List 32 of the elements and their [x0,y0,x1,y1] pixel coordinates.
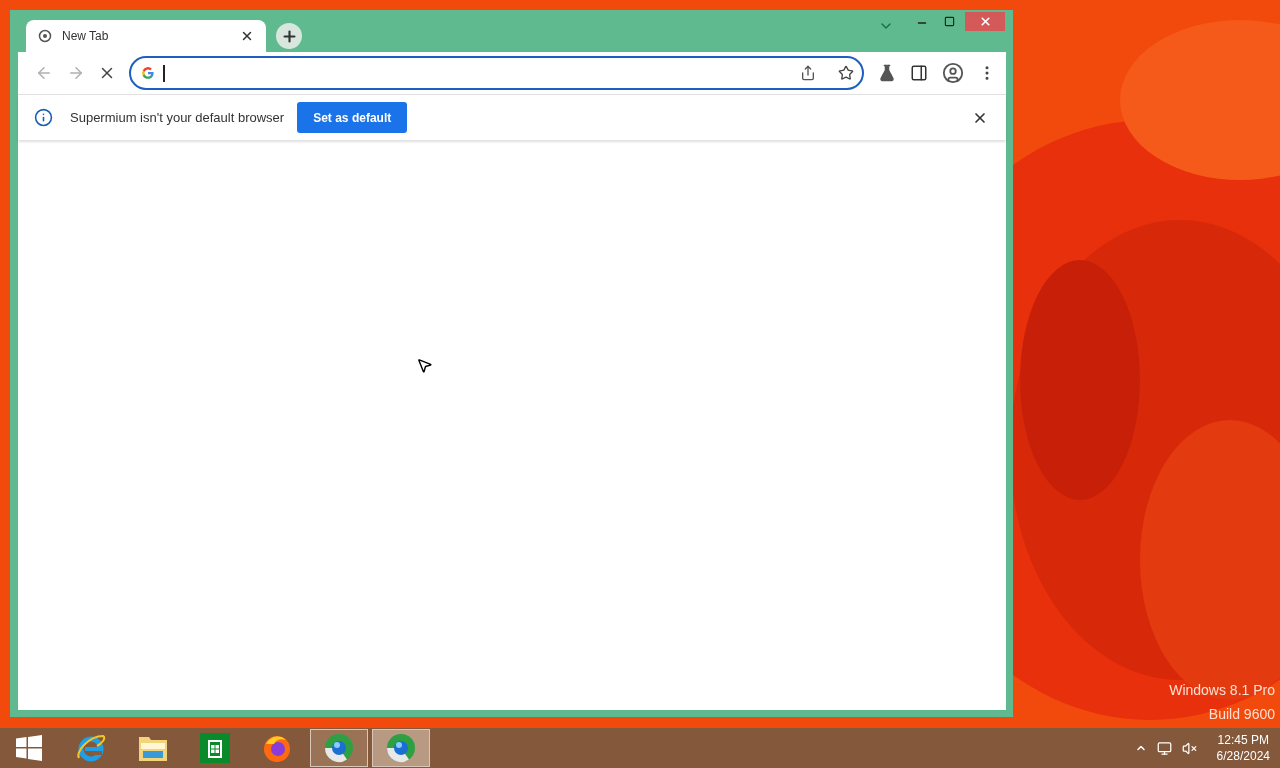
tab-favicon-icon [38,29,52,43]
close-window-button[interactable] [965,12,1005,31]
google-icon [141,66,156,80]
taskbar-button[interactable] [372,729,430,767]
bookmark-star-icon[interactable] [838,65,854,81]
clock[interactable]: 12:45 PM 6/28/2024 [1216,732,1270,764]
address-bar[interactable] [129,56,864,90]
flask-icon[interactable] [878,64,896,82]
plus-icon [280,27,298,45]
text-cursor [163,64,165,82]
network-icon[interactable] [1156,740,1172,756]
profile-icon[interactable] [942,62,964,84]
globe-ring-icon [323,732,355,764]
set-default-button[interactable]: Set as default [297,102,408,133]
browser-tab[interactable]: New Tab [26,20,266,52]
mouse-pointer-icon [416,357,433,374]
volume-muted-icon[interactable] [1181,740,1197,756]
info-icon [34,108,53,127]
close-tab-icon[interactable] [240,29,254,43]
e-logo-icon [75,732,107,764]
windows-logo-icon [16,735,42,761]
new-tab-button[interactable] [276,23,302,49]
taskbar-button[interactable] [310,729,368,767]
tab-title: New Tab [62,28,110,45]
watermark-text: Windows 8.1 Pro Build 9600 [1169,681,1275,724]
store-icon [200,733,230,763]
side-panel-icon[interactable] [910,64,928,82]
share-icon[interactable] [800,65,816,81]
globe-ring-icon [385,732,417,764]
default-browser-message: Supermium isn't your default browser [70,108,285,127]
maximize-icon[interactable] [944,16,955,27]
close-icon [978,15,992,28]
